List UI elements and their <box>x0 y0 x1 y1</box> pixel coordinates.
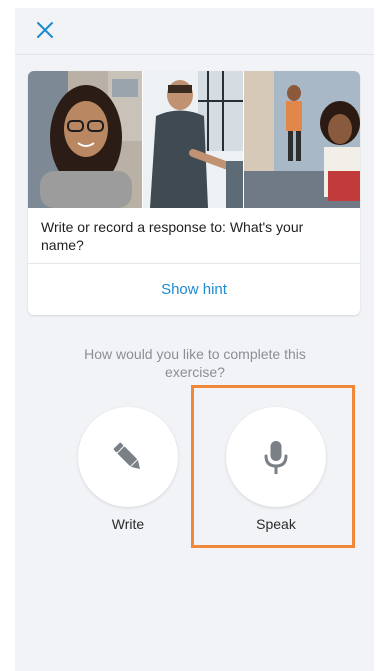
exercise-photos <box>28 71 360 208</box>
exercise-screen: Write or record a response to: What's yo… <box>15 8 374 671</box>
close-button[interactable] <box>33 18 57 42</box>
exercise-prompt: Write or record a response to: What's yo… <box>41 219 304 253</box>
write-button[interactable] <box>78 407 178 507</box>
close-icon <box>37 22 53 38</box>
show-hint-link[interactable]: Show hint <box>28 264 360 315</box>
top-bar <box>15 8 374 55</box>
pencil-icon <box>113 442 141 470</box>
exercise-card: Write or record a response to: What's yo… <box>28 71 360 315</box>
completion-question: How would you like to complete this exer… <box>84 346 306 380</box>
write-label: Write <box>111 516 145 532</box>
speak-highlight-box <box>191 385 355 548</box>
write-option[interactable]: Write <box>78 407 178 532</box>
